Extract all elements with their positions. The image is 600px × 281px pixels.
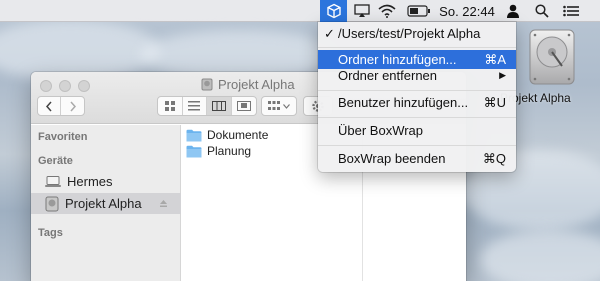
list-lines-icon — [188, 101, 201, 111]
menu-item-quit[interactable]: BoxWrap beenden ⌘Q — [318, 149, 516, 168]
sidebar-header-favorites: Favoriten — [38, 131, 88, 143]
checkmark-icon: ✓ — [324, 25, 335, 41]
boxwrap-menu-extra[interactable] — [320, 0, 347, 22]
finder-sidebar: Favoriten Geräte Hermes Projekt Alpha Ta… — [31, 125, 181, 281]
window-title: Projekt Alpha — [201, 76, 295, 92]
menu-item-current-path[interactable]: ✓ /Users/test/Projekt Alpha — [318, 24, 516, 43]
menu-separator — [318, 90, 516, 91]
menu-item-label: Ordner hinzufügen... — [338, 52, 457, 67]
notification-center-menu-extra[interactable] — [560, 0, 582, 22]
folder-icon — [186, 145, 202, 157]
column-view-button[interactable] — [207, 97, 232, 115]
back-forward-control — [37, 96, 85, 116]
eject-icon[interactable] — [159, 199, 168, 208]
arrange-grid-icon — [268, 101, 280, 110]
menu-item-remove-folder[interactable]: Ordner entfernen ▶ — [318, 66, 516, 85]
arrange-button[interactable] — [261, 96, 297, 116]
battery-icon — [407, 5, 430, 17]
file-name: Dokumente — [207, 128, 269, 142]
chevron-left-icon — [45, 101, 52, 111]
boxwrap-menu: ✓ /Users/test/Projekt Alpha Ordner hinzu… — [318, 22, 516, 172]
list-item[interactable]: Planung — [186, 143, 251, 159]
menu-item-shortcut: ⌘Q — [482, 150, 506, 166]
spotlight-menu-extra[interactable] — [532, 0, 552, 22]
background-cloud — [480, 230, 600, 281]
menu-separator — [318, 47, 516, 48]
sidebar-header-tags: Tags — [38, 227, 63, 239]
menu-item-label: Benutzer hinzufügen... — [338, 95, 469, 110]
forward-button[interactable] — [61, 97, 84, 115]
notification-list-icon — [563, 5, 579, 17]
boxwrap-cube-icon — [326, 3, 341, 19]
cover-flow-icon — [236, 101, 251, 111]
laptop-icon — [45, 176, 61, 187]
airplay-icon — [354, 4, 370, 17]
menu-item-label: Ordner entfernen — [338, 68, 438, 83]
menu-separator — [318, 117, 516, 118]
zoom-button[interactable] — [78, 80, 90, 92]
menu-item-label: /Users/test/Projekt Alpha — [338, 26, 481, 41]
user-icon — [507, 4, 519, 18]
sidebar-item-hermes[interactable]: Hermes — [31, 171, 181, 192]
columns-icon — [211, 101, 226, 111]
wifi-menu-extra[interactable] — [376, 0, 398, 22]
menu-item-about[interactable]: Über BoxWrap — [318, 121, 516, 140]
view-mode-control — [157, 96, 257, 116]
disk-icon — [45, 196, 59, 211]
chevron-down-icon — [283, 103, 290, 109]
background-cloud — [0, 20, 160, 80]
menu-item-label: Über BoxWrap — [338, 123, 424, 138]
sidebar-item-label: Projekt Alpha — [65, 196, 142, 211]
menu-separator — [318, 145, 516, 146]
battery-menu-extra[interactable] — [406, 0, 432, 22]
icon-view-button[interactable] — [158, 97, 183, 115]
airplay-menu-extra[interactable] — [352, 0, 372, 22]
sidebar-item-projekt-alpha[interactable]: Projekt Alpha — [31, 193, 181, 214]
wifi-icon — [378, 4, 396, 18]
minimize-button[interactable] — [59, 80, 71, 92]
menu-bar-clock[interactable]: So. 22:44 — [437, 0, 497, 22]
sidebar-item-label: Hermes — [67, 174, 113, 189]
folder-icon — [186, 129, 202, 141]
icon-grid-icon — [164, 101, 175, 111]
user-menu-extra[interactable] — [504, 0, 522, 22]
submenu-arrow-icon: ▶ — [499, 70, 506, 80]
gallery-view-button[interactable] — [232, 97, 256, 115]
back-button[interactable] — [38, 97, 62, 115]
drive-title-icon — [201, 78, 213, 90]
close-button[interactable] — [40, 80, 52, 92]
menu-item-label: BoxWrap beenden — [338, 151, 446, 166]
list-item[interactable]: Dokumente — [186, 127, 268, 143]
menu-bar: So. 22:44 — [0, 0, 600, 22]
sidebar-header-devices: Geräte — [38, 155, 73, 167]
spotlight-search-icon — [535, 4, 549, 18]
chevron-right-icon — [69, 101, 76, 111]
menu-item-add-user[interactable]: Benutzer hinzufügen... ⌘U — [318, 93, 516, 112]
hard-drive-icon — [529, 29, 575, 85]
file-name: Planung — [207, 144, 252, 158]
list-view-button[interactable] — [183, 97, 207, 115]
desktop-drive-item[interactable] — [526, 28, 578, 88]
window-title-text: Projekt Alpha — [218, 76, 295, 92]
menu-item-shortcut: ⌘U — [483, 94, 506, 110]
